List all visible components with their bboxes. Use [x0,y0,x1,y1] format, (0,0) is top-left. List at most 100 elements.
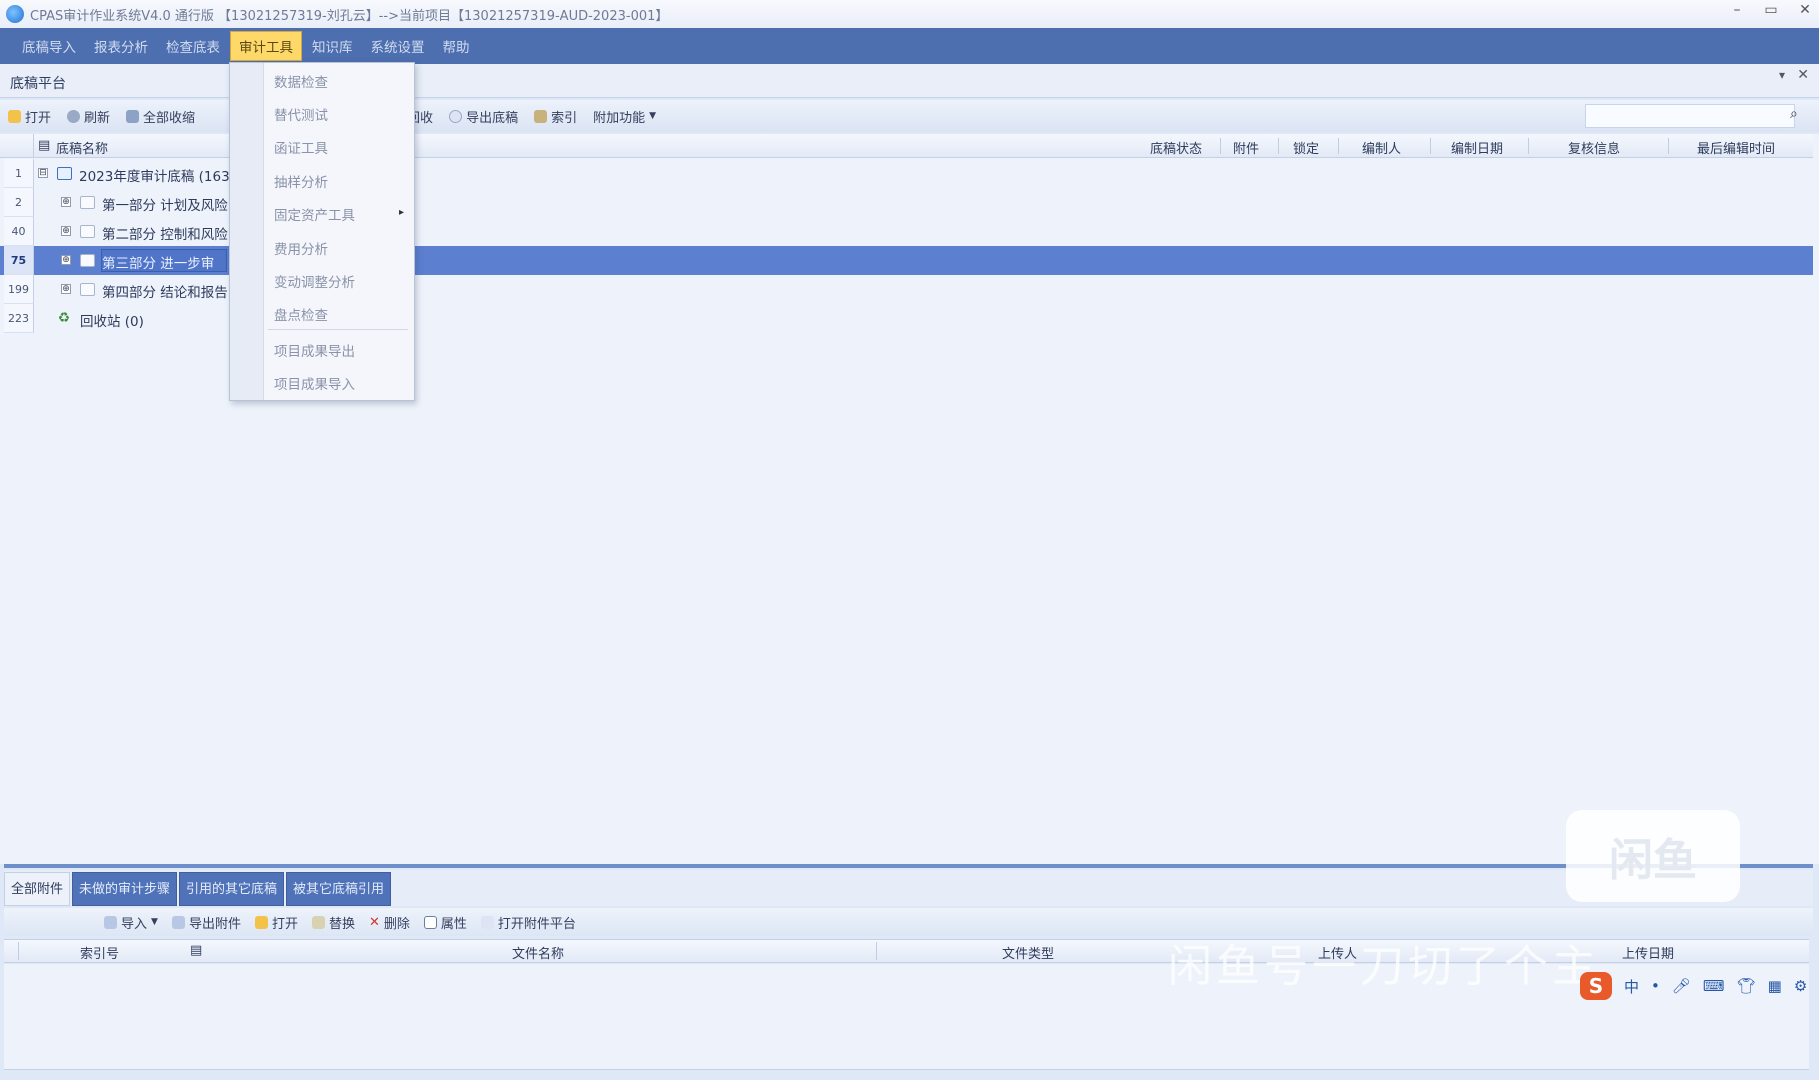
watermark-text: 闲鱼号一刀切了个主 [1168,941,1600,992]
export-attachment-button[interactable]: 导出附件 [171,913,241,932]
properties-label: 属性 [440,916,467,932]
ime-settings-icon[interactable]: ⚙ [1794,977,1807,995]
menu-item-change-analysis[interactable]: 变动调整分析 [274,271,355,291]
menu-workpaper-import[interactable]: 底稿导入 [14,32,84,60]
expand-toggle[interactable]: ⊕ [61,197,71,207]
row-label: 第二部分 控制和风险 [102,227,228,243]
ime-toolbar: S 中 • 🎤︎ ⌨ 👕︎ ▦ ⚙ [1580,972,1807,1000]
panel-close-button[interactable]: ✕ [1797,67,1809,83]
audit-tools-menu: 数据检查 替代测试 函证工具 抽样分析 固定资产工具 ▸ 费用分析 变动调整分析… [229,62,415,401]
menu-separator [268,329,408,330]
col-filetype[interactable]: 文件类型 [1002,943,1054,962]
col-filename[interactable]: 文件名称 [512,943,564,962]
panel-splitter[interactable] [4,864,1813,868]
ime-mode-indicator[interactable]: 中 [1624,976,1639,997]
tab-all-attachments[interactable]: 全部附件 [4,872,71,906]
menu-audit-tools[interactable]: 审计工具 [230,31,302,61]
col-preparer[interactable]: 编制人 [1362,138,1401,157]
col-status[interactable]: 底稿状态 [1150,138,1202,157]
col-last-edit[interactable]: 最后编辑时间 [1697,138,1775,157]
open-platform-label: 打开附件平台 [497,916,576,932]
menu-report-analysis[interactable]: 报表分析 [86,32,156,60]
menu-bar: 底稿导入 报表分析 检查底表 审计工具 知识库 系统设置 帮助 [0,28,1819,64]
col-index[interactable]: 索引号 [80,943,119,962]
search-input[interactable] [1585,104,1795,128]
menu-item-import-results[interactable]: 项目成果导入 [274,373,355,393]
expand-toggle[interactable]: ⊕ [61,226,71,236]
refresh-icon [67,109,81,123]
row-label: 回收站 (0) [80,314,144,330]
tab-referenced-by[interactable]: 被其它底稿引用 [286,872,392,906]
open-attachment-label: 打开 [271,916,298,932]
menu-item-sampling-analysis[interactable]: 抽样分析 [274,171,328,191]
folder-open-icon [8,109,21,123]
menu-item-confirmation-tool[interactable]: 函证工具 [274,137,328,157]
index-label: 索引 [551,110,578,126]
row-number: 2 [4,188,34,217]
panel-title: 底稿平台 [10,76,66,92]
menu-knowledge-base[interactable]: 知识库 [304,32,361,60]
tab-referenced-workpapers[interactable]: 引用的其它底稿 [179,872,285,906]
col-name[interactable]: 底稿名称 [56,138,108,157]
col-header-icon: ▤ [38,138,51,153]
sogou-ime-icon[interactable]: S [1580,972,1612,1000]
maximize-button[interactable]: ▭ [1763,2,1779,18]
replace-label: 替换 [328,916,355,932]
row-label: 第三部分 进一步审 [102,256,215,272]
menu-item-fixed-asset-tool[interactable]: 固定资产工具 [274,204,355,224]
menu-help[interactable]: 帮助 [435,32,478,60]
col-review[interactable]: 复核信息 [1568,138,1620,157]
export-workpaper-button[interactable]: 导出底稿 [449,107,518,126]
export-workpaper-label: 导出底稿 [466,110,519,126]
col-attachment[interactable]: 附件 [1233,138,1259,157]
search-icon[interactable]: ⌕ [1790,106,1798,122]
open-attachment-platform-button[interactable]: 打开附件平台 [480,913,576,932]
replace-icon [311,915,325,929]
panel-pin-button[interactable]: ▾ [1779,68,1785,82]
keyboard-icon[interactable]: ⌨ [1703,977,1725,995]
col-upload-date[interactable]: 上传日期 [1622,943,1674,962]
import-dropdown[interactable]: 导入 ▼ [104,913,158,932]
replace-button[interactable]: 替换 [311,913,355,932]
window-title: CPAS审计作业系统V4.0 通行版 【13021257319-刘孔云】-->当… [30,8,669,24]
microphone-icon[interactable]: 🎤︎ [1672,977,1691,995]
menu-item-substitute-test[interactable]: 替代测试 [274,104,328,124]
toolbox-icon[interactable]: ▦ [1768,977,1782,995]
extra-functions-dropdown[interactable]: 附加功能 ▼ [593,107,656,126]
chevron-down-icon: ▼ [649,111,657,121]
menu-item-data-check[interactable]: 数据检查 [274,71,328,91]
expand-toggle[interactable]: ⊕ [61,284,71,294]
collapse-toggle[interactable]: ⊟ [38,168,48,178]
folder-icon [80,196,95,209]
row-number: 1 [4,159,34,188]
menu-system-settings[interactable]: 系统设置 [363,32,433,60]
delete-button[interactable]: ✕ 删除 [369,913,410,932]
export-icon [449,109,463,123]
col-lock[interactable]: 锁定 [1293,138,1319,157]
refresh-button[interactable]: 刷新 [67,107,110,126]
expand-toggle[interactable]: ⊕ [61,255,71,265]
open-button[interactable]: 打开 [8,107,51,126]
minimize-button[interactable]: – [1729,2,1745,18]
open-attachment-button[interactable]: 打开 [254,913,298,932]
index-button[interactable]: 索引 [534,107,577,126]
delete-label: 删除 [383,916,410,932]
export-attachment-label: 导出附件 [188,916,241,932]
punctuation-icon[interactable]: • [1651,977,1660,995]
workbook-icon [57,167,72,180]
menu-item-stocktake-check[interactable]: 盘点检查 [274,304,328,324]
tab-pending-steps[interactable]: 未做的审计步骤 [72,872,178,906]
close-button[interactable]: ✕ [1797,2,1813,18]
menu-item-export-results[interactable]: 项目成果导出 [274,340,355,360]
col-book-icon: ▤ [190,943,203,958]
skin-icon[interactable]: 👕︎ [1737,977,1756,995]
collapse-all-button[interactable]: 全部收缩 [126,107,195,126]
properties-button[interactable]: 属性 [423,913,467,932]
menu-item-expense-analysis[interactable]: 费用分析 [274,238,328,258]
open-label: 打开 [25,110,52,126]
menu-check-tables[interactable]: 检查底表 [158,32,228,60]
chevron-down-icon: ▼ [151,917,158,927]
submenu-arrow-icon: ▸ [398,207,404,218]
col-prep-date[interactable]: 编制日期 [1451,138,1503,157]
import-icon [104,915,117,929]
